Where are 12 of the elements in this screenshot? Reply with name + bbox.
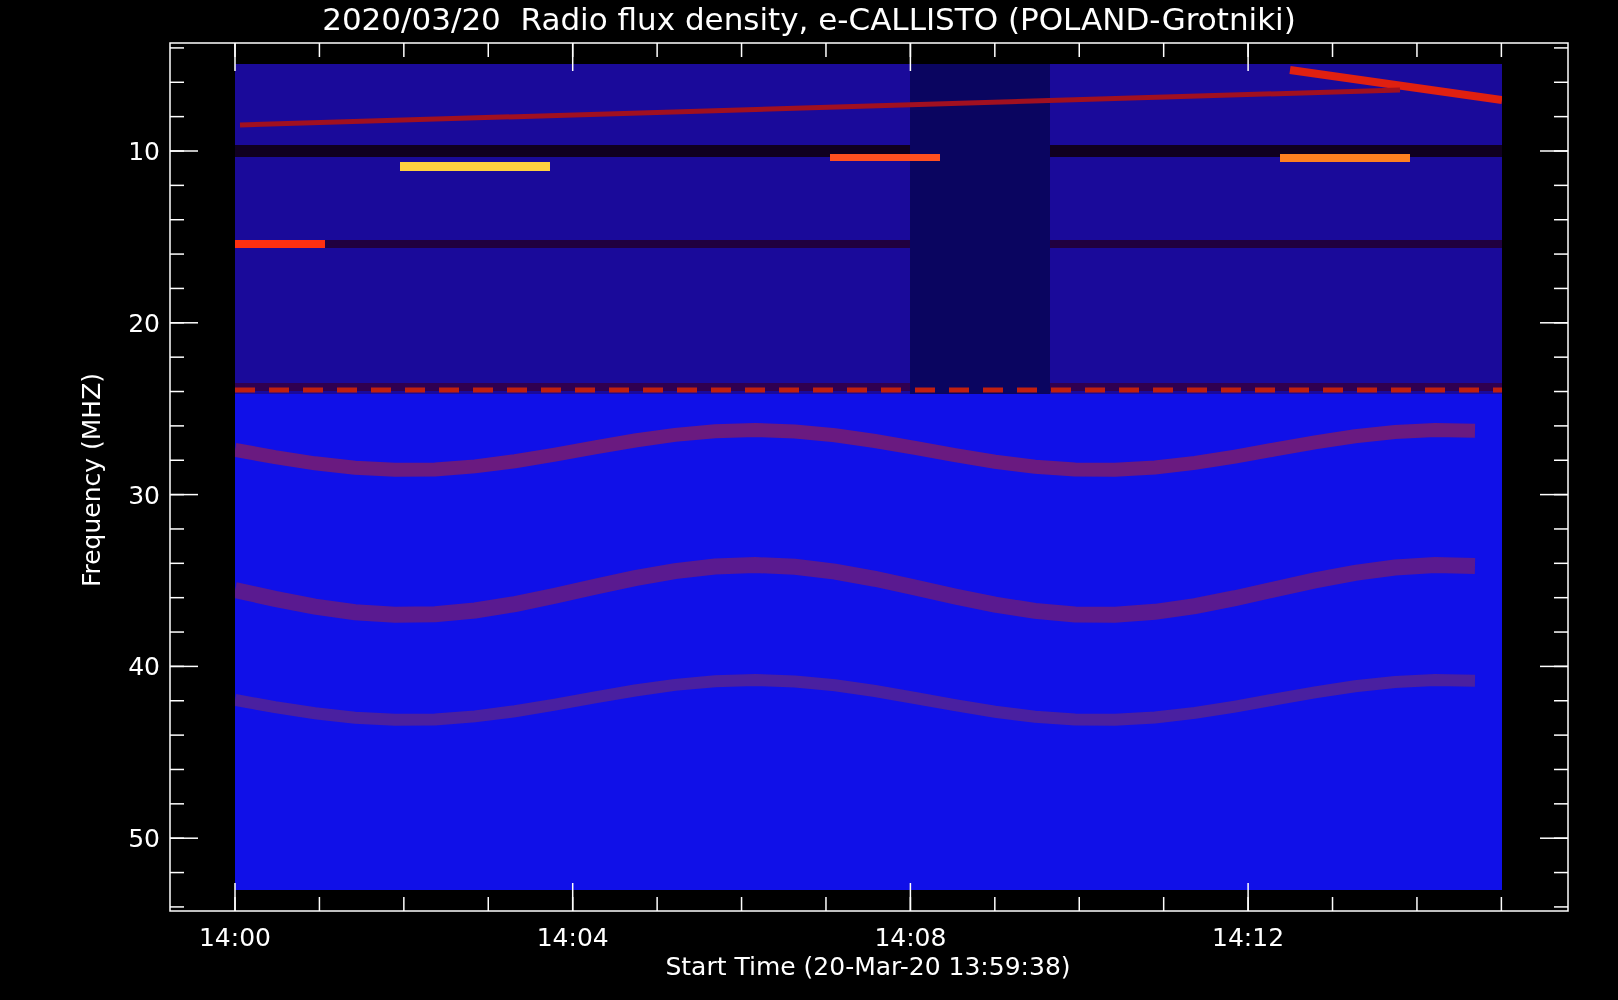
x-tick-label: 14:08 xyxy=(874,923,947,952)
y-axis-label: Frequency (MHZ) xyxy=(77,372,106,588)
chart-title: 2020/03/20 Radio flux density, e-CALLISTO (POLAND-Grotniki) xyxy=(322,1,1296,37)
y-tick-label: 30 xyxy=(128,480,160,510)
y-tick-label: 50 xyxy=(128,824,160,854)
x-tick-label: 14:04 xyxy=(536,923,609,952)
x-tick-label: 14:12 xyxy=(1212,923,1285,952)
y-tick-label: 40 xyxy=(128,652,160,682)
y-tick-label: 10 xyxy=(128,137,160,166)
x-axis-label: Start Time (20-Mar-20 13:59:38) xyxy=(665,952,1071,981)
x-tick-label: 14:00 xyxy=(199,923,271,952)
y-tick-label: 20 xyxy=(128,308,160,338)
